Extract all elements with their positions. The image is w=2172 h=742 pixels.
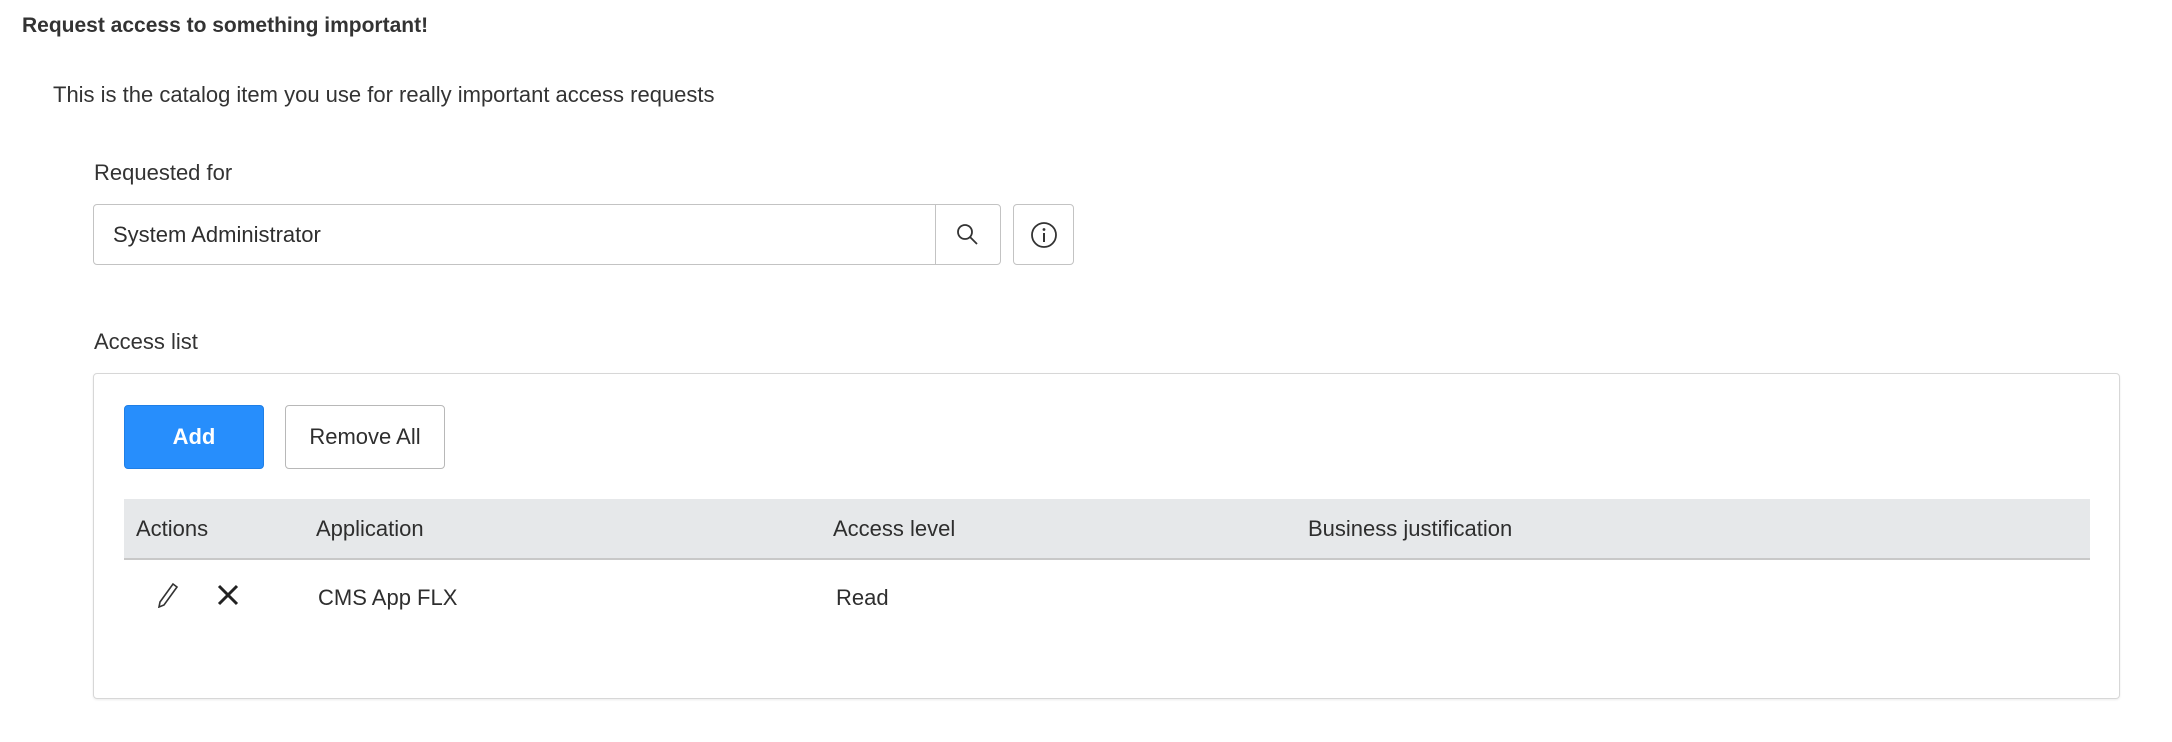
requested-for-label: Requested for <box>94 160 233 185</box>
table-row: CMS App FLX Read <box>124 570 2090 626</box>
requested-for-field[interactable]: System Administrator <box>93 204 1001 265</box>
access-list-label: Access list <box>94 329 198 354</box>
column-header-application[interactable]: Application <box>316 516 424 542</box>
add-button[interactable]: Add <box>124 405 264 469</box>
access-list-panel: Add Remove All Actions Application Acces… <box>93 373 2120 699</box>
cell-application: CMS App FLX <box>318 585 458 610</box>
column-header-business-justification[interactable]: Business justification <box>1308 516 1512 542</box>
page-title: Request access to something important! <box>22 14 429 37</box>
delete-row-button[interactable] <box>216 583 240 613</box>
info-button[interactable] <box>1013 204 1074 265</box>
column-header-actions: Actions <box>136 515 209 541</box>
search-icon <box>957 223 978 245</box>
close-icon <box>217 584 239 606</box>
remove-all-button[interactable]: Remove All <box>285 405 445 469</box>
info-icon <box>1030 221 1057 248</box>
lookup-search-button[interactable] <box>935 205 1000 264</box>
table-header: Actions Application Access level Busines… <box>124 499 2090 560</box>
pencil-icon <box>157 582 179 609</box>
column-header-access-level[interactable]: Access level <box>833 516 955 542</box>
requested-for-value[interactable]: System Administrator <box>94 205 935 264</box>
cell-access-level: Read <box>836 585 889 610</box>
edit-row-button[interactable] <box>156 582 180 614</box>
catalog-description: This is the catalog item you use for rea… <box>53 82 715 107</box>
